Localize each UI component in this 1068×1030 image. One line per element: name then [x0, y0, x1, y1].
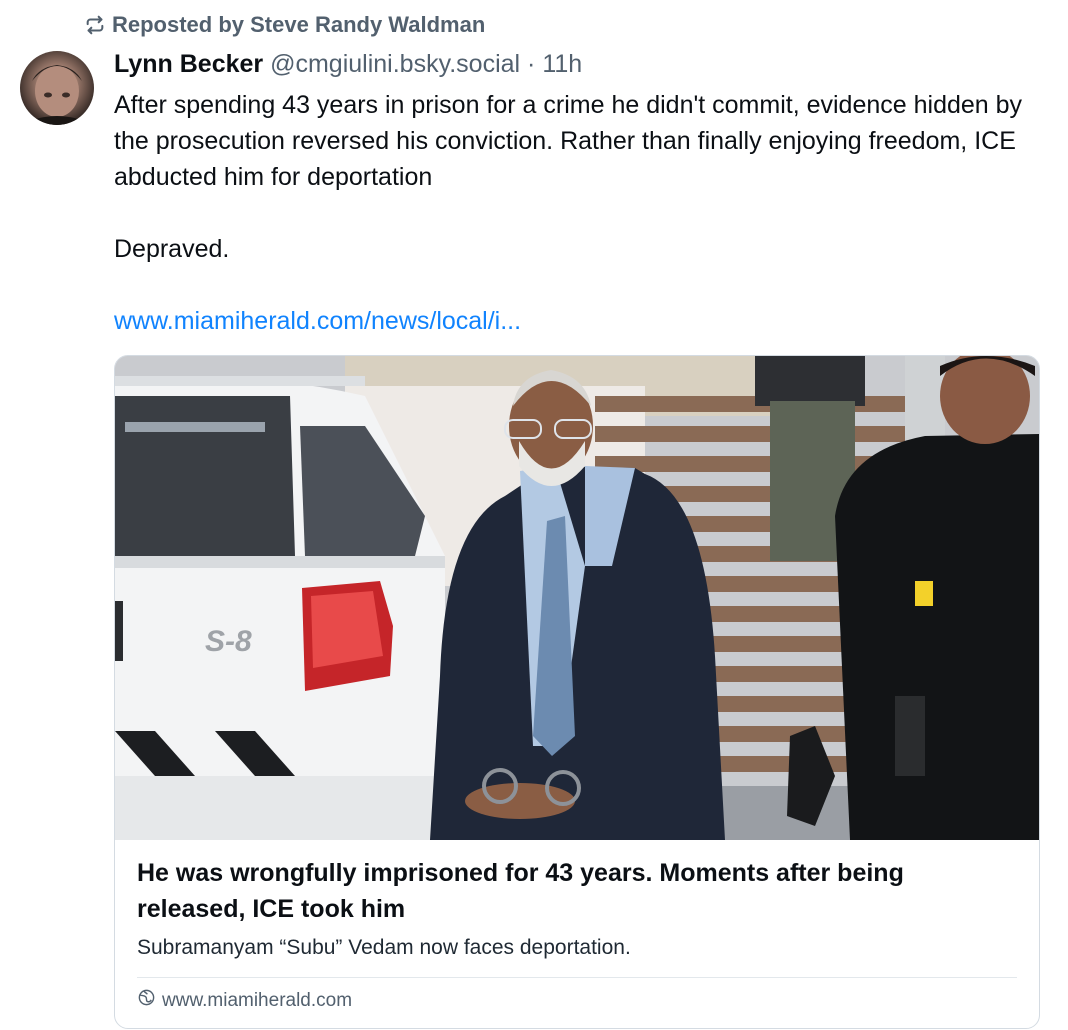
post-paragraph: After spending 43 years in prison for a …	[114, 91, 1023, 191]
repost-icon	[84, 14, 106, 36]
post-header: Lynn Becker @cmgiulini.bsky.social · 11h	[114, 47, 1044, 81]
card-divider	[137, 977, 1017, 978]
post-timestamp[interactable]: 11h	[542, 50, 582, 78]
author-avatar[interactable]	[20, 51, 94, 125]
card-domain-row[interactable]: www.miamiherald.com	[137, 988, 352, 1013]
author-handle[interactable]: @cmgiulini.bsky.social	[270, 50, 520, 78]
card-description: Subramanyam “Subu” Vedam now faces depor…	[137, 936, 631, 959]
post-link[interactable]: www.miamiherald.com/news/local/i...	[114, 307, 521, 335]
repost-indicator[interactable]: Reposted by Steve Randy Waldman	[84, 12, 485, 38]
globe-icon	[137, 988, 156, 1013]
repost-label: Reposted by Steve Randy Waldman	[112, 12, 486, 37]
header-separator: ·	[527, 50, 536, 78]
card-domain: www.miamiherald.com	[162, 989, 353, 1011]
post-content: Lynn Becker @cmgiulini.bsky.social · 11h…	[114, 47, 1044, 339]
post-body: After spending 43 years in prison for a …	[114, 87, 1044, 339]
post-paragraph: Depraved.	[114, 235, 230, 263]
card-thumbnail: S-8	[115, 356, 1039, 840]
vehicle-badge-text: S-8	[205, 625, 252, 658]
author-name[interactable]: Lynn Becker	[114, 50, 263, 78]
link-preview-card[interactable]: S-8 He was wrongfully imprisoned for 43 …	[114, 355, 1040, 1029]
card-title[interactable]: He was wrongfully imprisoned for 43 year…	[137, 855, 1017, 927]
